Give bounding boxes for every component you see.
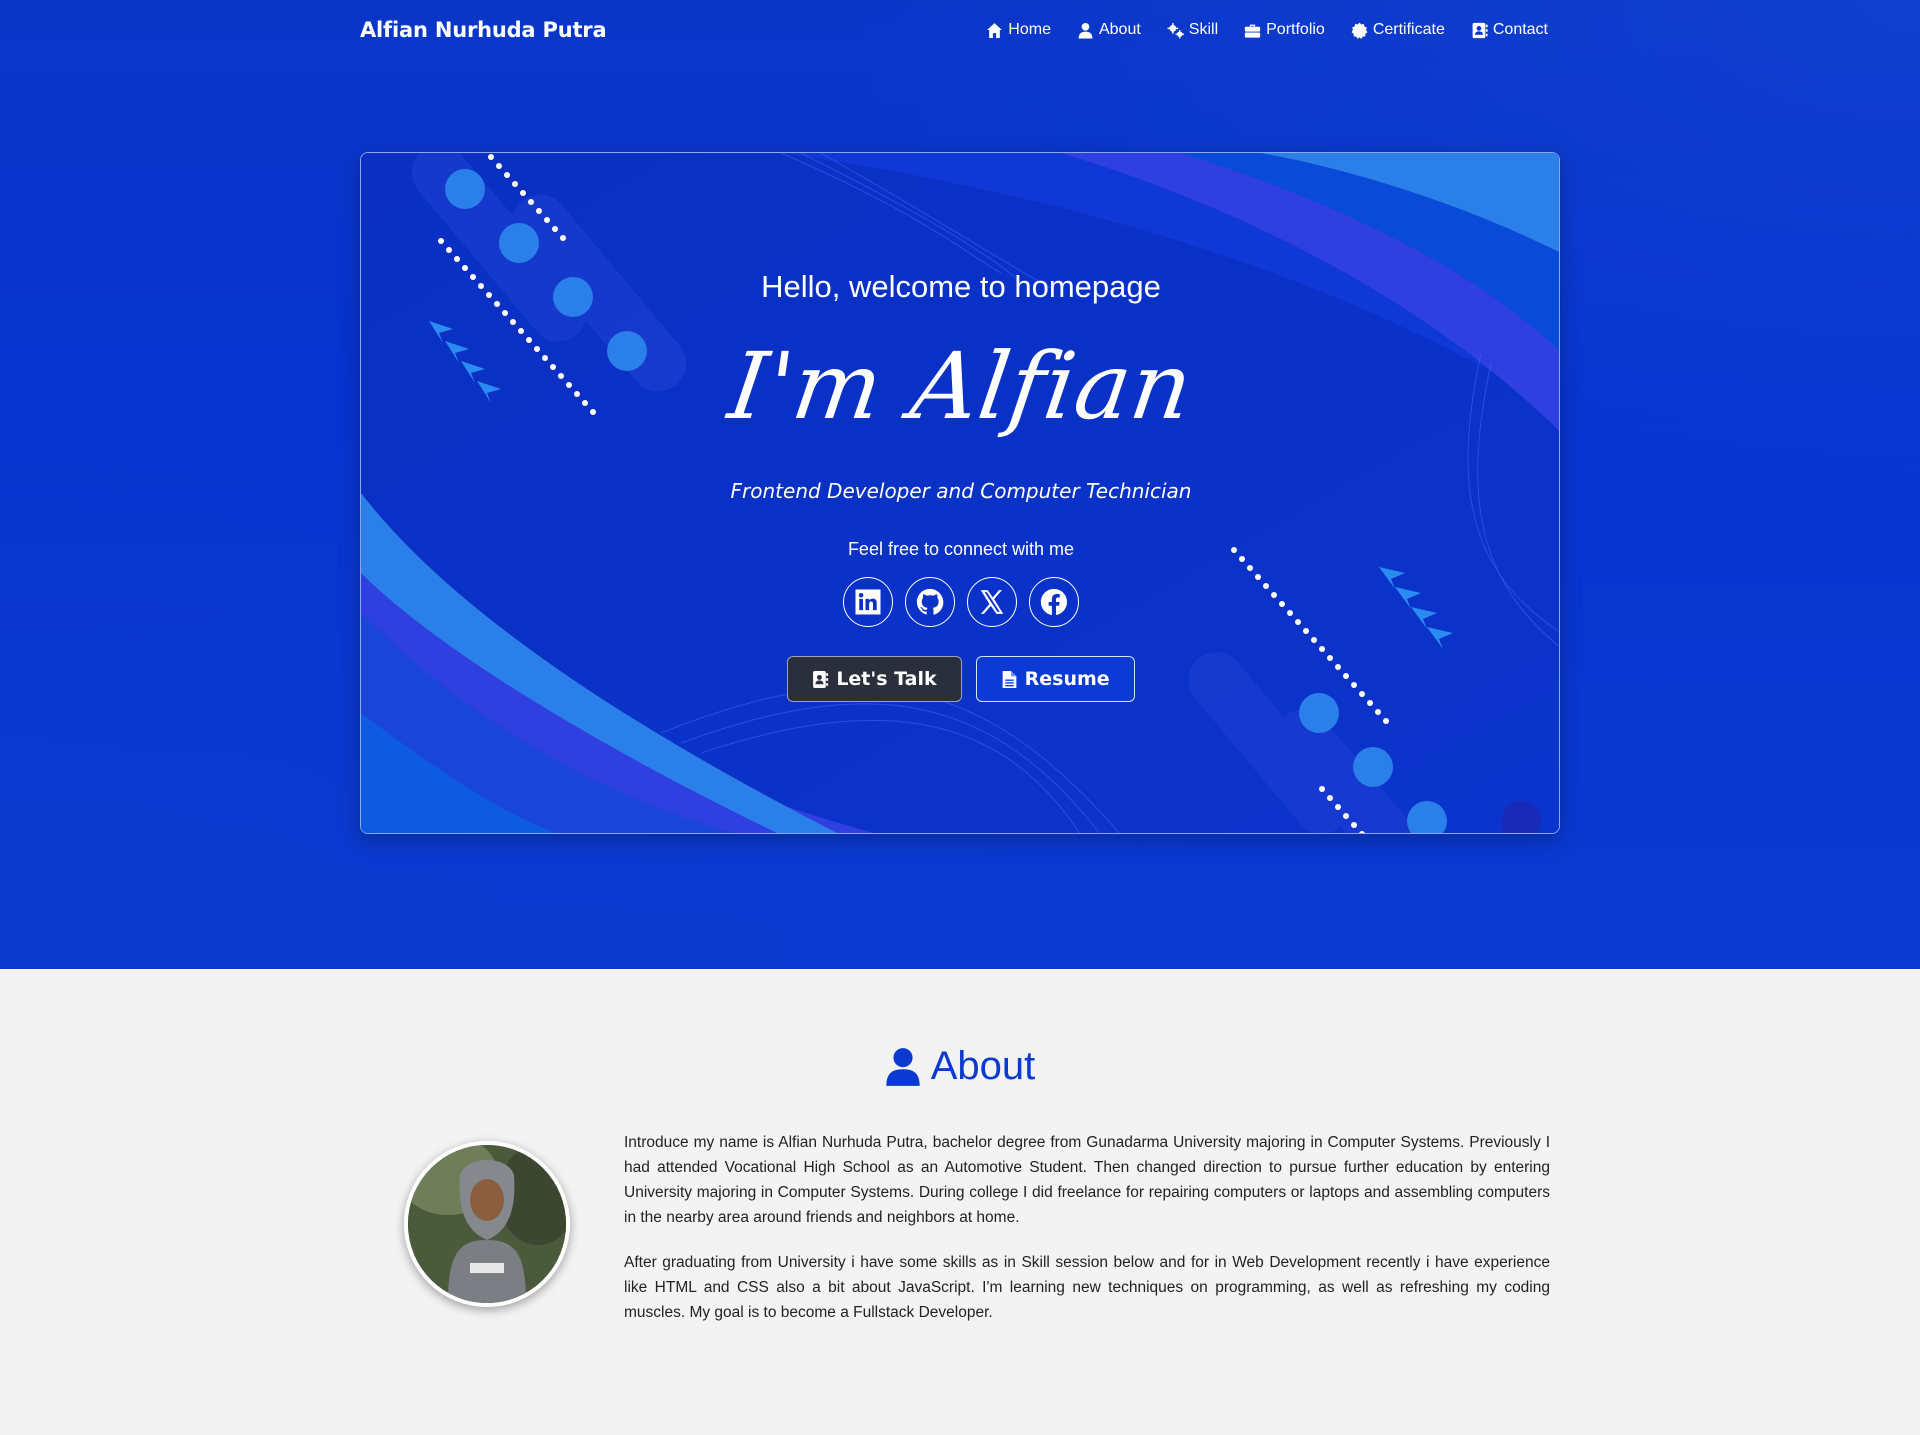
about-description: Introduce my name is Alfian Nurhuda Putr…	[624, 1130, 1550, 1345]
nav-links: Home About Skill Portfolio Certificate C…	[986, 21, 1548, 39]
home-icon	[987, 22, 1003, 38]
linkedin-link[interactable]	[843, 577, 893, 627]
nav-certificate[interactable]: Certificate	[1351, 21, 1445, 39]
hero-section: Alfian Nurhuda Putra Home About Skill Po…	[0, 0, 1920, 969]
about-section: About Introduce my name is Alfian Nurhud…	[0, 969, 1920, 1435]
about-paragraph: Introduce my name is Alfian Nurhuda Putr…	[624, 1134, 1550, 1226]
about-title: About	[930, 1044, 1036, 1088]
nav-skill[interactable]: Skill	[1167, 21, 1218, 39]
x-twitter-icon	[980, 590, 1004, 614]
nav-about-label: About	[1098, 21, 1141, 38]
brand-name[interactable]: Alfian Nurhuda Putra	[360, 18, 607, 42]
cta-group: Let's Talk Resume	[361, 656, 1559, 702]
contact-book-icon	[1472, 22, 1488, 38]
hero-role: Frontend Developer and Computer Technici…	[730, 479, 1192, 503]
nav-skill-label: Skill	[1188, 21, 1219, 38]
nav-contact-label: Contact	[1492, 21, 1548, 38]
facebook-icon	[1040, 588, 1067, 615]
github-link[interactable]	[905, 577, 955, 627]
nav-portfolio[interactable]: Portfolio	[1244, 21, 1325, 39]
user-icon	[1078, 22, 1093, 38]
briefcase-icon	[1244, 24, 1261, 38]
lets-talk-label: Let's Talk	[836, 668, 937, 690]
facebook-link[interactable]	[1029, 577, 1079, 627]
x-twitter-link[interactable]	[967, 577, 1017, 627]
user-icon	[886, 1047, 920, 1086]
nav-home[interactable]: Home	[986, 21, 1051, 39]
hero-greeting: Hello, welcome to homepage	[761, 269, 1161, 304]
avatar	[404, 1141, 570, 1307]
about-heading: About	[0, 1044, 1920, 1089]
hero-content: Hello, welcome to homepage I'm Alfian Fr…	[361, 153, 1559, 833]
nav-about[interactable]: About	[1077, 21, 1141, 39]
profile-photo	[408, 1145, 566, 1303]
nav-contact[interactable]: Contact	[1471, 21, 1548, 39]
certificate-icon	[1351, 22, 1368, 39]
resume-button[interactable]: Resume	[975, 656, 1135, 702]
contact-book-icon	[813, 670, 829, 688]
linkedin-icon	[855, 589, 881, 615]
hero-name: I'm Alfian	[722, 333, 1200, 440]
nav-portfolio-label: Portfolio	[1266, 21, 1325, 38]
social-links	[361, 577, 1559, 627]
github-icon	[916, 588, 944, 615]
resume-label: Resume	[1024, 668, 1110, 690]
file-icon	[1002, 670, 1016, 688]
connect-text: Feel free to connect with me	[847, 539, 1075, 559]
gears-icon	[1167, 22, 1184, 38]
lets-talk-button[interactable]: Let's Talk	[787, 656, 962, 702]
nav-certificate-label: Certificate	[1372, 21, 1445, 38]
hero-card: Hello, welcome to homepage I'm Alfian Fr…	[360, 152, 1560, 834]
about-paragraph: After graduating from University i have …	[624, 1254, 1550, 1321]
nav-home-label: Home	[1008, 21, 1051, 38]
navbar: Alfian Nurhuda Putra Home About Skill Po…	[0, 0, 1920, 64]
